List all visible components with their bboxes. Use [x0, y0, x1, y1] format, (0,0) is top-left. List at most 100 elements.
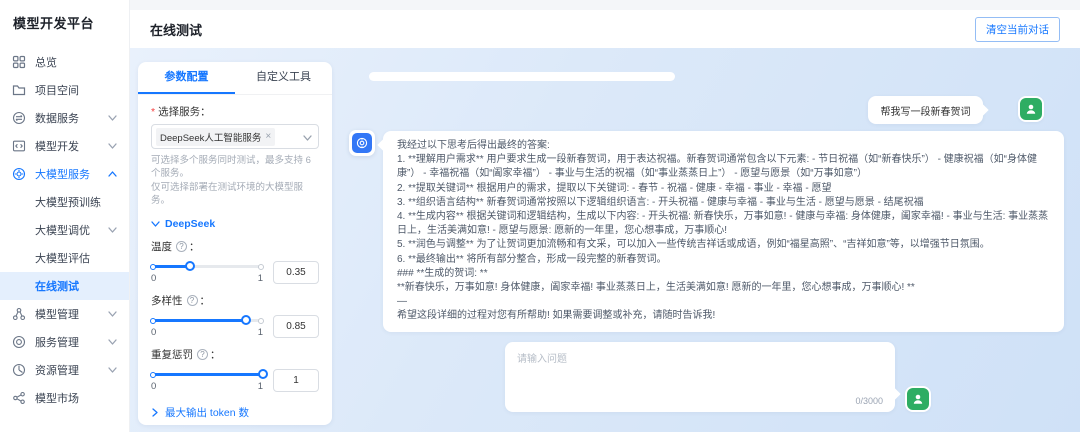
sidebar-item-model-dev[interactable]: 模型开发	[0, 132, 129, 160]
page-title: 在线测试	[150, 20, 202, 39]
sidebar-item-label: 模型开发	[35, 138, 79, 154]
sidebar-item-label: 数据服务	[35, 110, 79, 126]
model-group-toggle[interactable]: DeepSeek	[151, 218, 319, 230]
repetition-penalty-label: 重复惩罚	[151, 347, 193, 362]
temperature-slider[interactable]	[151, 261, 263, 271]
model-manage-icon	[12, 307, 26, 321]
sidebar: 模型开发平台 总览 项目空间 数据服务 模型开发 大模型服务 大模型预训练	[0, 0, 130, 432]
sidebar-item-llm-eval[interactable]: 大模型评估	[0, 244, 129, 272]
sidebar-item-online-test[interactable]: 在线测试	[0, 272, 129, 300]
service-tag: DeepSeek人工智能服务	[156, 128, 275, 146]
max-tokens-label: 最大输出 token 数	[165, 405, 249, 420]
help-icon[interactable]	[187, 295, 198, 306]
sidebar-item-label: 大模型预训练	[35, 194, 101, 210]
question-input[interactable]	[505, 342, 895, 394]
slider-min: 0	[151, 327, 156, 338]
slider-max: 1	[258, 327, 263, 338]
sidebar-item-label: 总览	[35, 54, 57, 70]
diversity-control: 多样性 0 1	[151, 293, 319, 338]
diversity-label: 多样性	[151, 293, 183, 308]
sidebar-item-label: 模型市场	[35, 390, 79, 406]
slider-min: 0	[151, 273, 156, 284]
help-icon[interactable]	[176, 241, 187, 252]
input-user-avatar	[907, 388, 929, 410]
person-icon	[1024, 102, 1038, 116]
chevron-down-icon	[108, 338, 117, 346]
sidebar-item-llm-service[interactable]: 大模型服务	[0, 160, 129, 188]
repetition-penalty-slider[interactable]	[151, 369, 263, 379]
panel-tabs: 参数配置 自定义工具	[138, 62, 332, 95]
chevron-down-icon	[303, 134, 312, 142]
chevron-down-icon	[108, 366, 117, 374]
service-hint-line2: 仅可选择部署在测试环境的大模型服务。	[151, 181, 319, 207]
chevron-right-icon	[151, 408, 159, 417]
app-title: 模型开发平台	[0, 0, 129, 48]
select-service-label: 选择服务	[151, 104, 319, 119]
user-message-text: 帮我写一段新春贺词	[881, 103, 971, 118]
sidebar-item-model-manage[interactable]: 模型管理	[0, 300, 129, 328]
top-strip	[130, 0, 1080, 10]
sidebar-item-label: 资源管理	[35, 362, 79, 378]
diversity-input[interactable]	[273, 315, 319, 338]
sidebar-item-model-market[interactable]: 模型市场	[0, 384, 129, 412]
model-market-icon	[12, 391, 26, 405]
tab-parameter-config[interactable]: 参数配置	[138, 62, 235, 94]
repetition-penalty-input[interactable]	[273, 369, 319, 392]
user-message-bubble: 帮我写一段新春贺词	[868, 96, 983, 124]
sidebar-item-label: 大模型调优	[35, 222, 90, 238]
slider-handle[interactable]	[258, 369, 268, 379]
assistant-avatar	[349, 130, 375, 156]
tag-close-icon[interactable]	[265, 132, 271, 142]
main-area: 在线测试 清空当前对话 参数配置 自定义工具 选择服务 DeepSeek人工智能…	[130, 0, 1080, 432]
question-input-container: 0/3000	[505, 342, 895, 412]
service-select[interactable]: DeepSeek人工智能服务	[151, 124, 319, 149]
sidebar-item-service-manage[interactable]: 服务管理	[0, 328, 129, 356]
help-icon[interactable]	[197, 349, 208, 360]
assistant-message-bubble: 我经过以下思考后得出最终的答案: 1. **理解用户需求** 用户要求生成一段新…	[383, 131, 1064, 332]
temperature-input[interactable]	[273, 261, 319, 284]
max-tokens-toggle[interactable]: 最大输出 token 数	[151, 405, 319, 420]
sidebar-item-label: 在线测试	[35, 278, 79, 294]
previous-message-partial	[369, 72, 675, 81]
code-icon	[12, 139, 26, 153]
grid-icon	[12, 55, 26, 69]
sidebar-item-overview[interactable]: 总览	[0, 48, 129, 76]
bot-icon	[355, 136, 369, 150]
slider-max: 1	[258, 273, 263, 284]
content-area: 参数配置 自定义工具 选择服务 DeepSeek人工智能服务 可选择多个服务同时…	[130, 48, 1080, 432]
service-manage-icon	[12, 335, 26, 349]
clear-conversation-button[interactable]: 清空当前对话	[975, 17, 1060, 42]
resource-manage-icon	[12, 363, 26, 377]
llm-service-icon	[12, 167, 26, 181]
sidebar-item-label: 大模型服务	[35, 166, 90, 182]
sidebar-item-data-service[interactable]: 数据服务	[0, 104, 129, 132]
slider-handle[interactable]	[185, 261, 195, 271]
sidebar-item-label: 项目空间	[35, 82, 79, 98]
sidebar-item-llm-tuning[interactable]: 大模型调优	[0, 216, 129, 244]
assistant-avatar-badge	[352, 133, 372, 153]
tab-custom-tools[interactable]: 自定义工具	[235, 62, 332, 94]
app-root: 模型开发平台 总览 项目空间 数据服务 模型开发 大模型服务 大模型预训练	[0, 0, 1080, 432]
chevron-down-icon	[151, 220, 160, 228]
page-header: 在线测试 清空当前对话	[130, 10, 1080, 48]
service-hint-line1: 可选择多个服务同时测试，最多支持 6 个服务。	[151, 154, 319, 180]
slider-min: 0	[151, 381, 156, 392]
slider-handle[interactable]	[241, 315, 251, 325]
service-tag-label: DeepSeek人工智能服务	[160, 130, 261, 144]
user-avatar	[1020, 98, 1042, 120]
sidebar-item-label: 大模型评估	[35, 250, 90, 266]
sidebar-item-resource-manage[interactable]: 资源管理	[0, 356, 129, 384]
person-icon	[911, 392, 925, 406]
repetition-penalty-control: 重复惩罚 01	[151, 347, 319, 392]
chevron-up-icon	[108, 170, 117, 178]
chevron-down-icon	[108, 226, 117, 234]
char-counter: 0/3000	[855, 396, 883, 406]
diversity-slider[interactable]	[151, 315, 263, 325]
sidebar-item-project-space[interactable]: 项目空间	[0, 76, 129, 104]
sidebar-item-label: 模型管理	[35, 306, 79, 322]
sidebar-item-llm-pretrain[interactable]: 大模型预训练	[0, 188, 129, 216]
chevron-down-icon	[108, 310, 117, 318]
folder-icon	[12, 83, 26, 97]
data-service-icon	[12, 111, 26, 125]
chevron-down-icon	[108, 114, 117, 122]
